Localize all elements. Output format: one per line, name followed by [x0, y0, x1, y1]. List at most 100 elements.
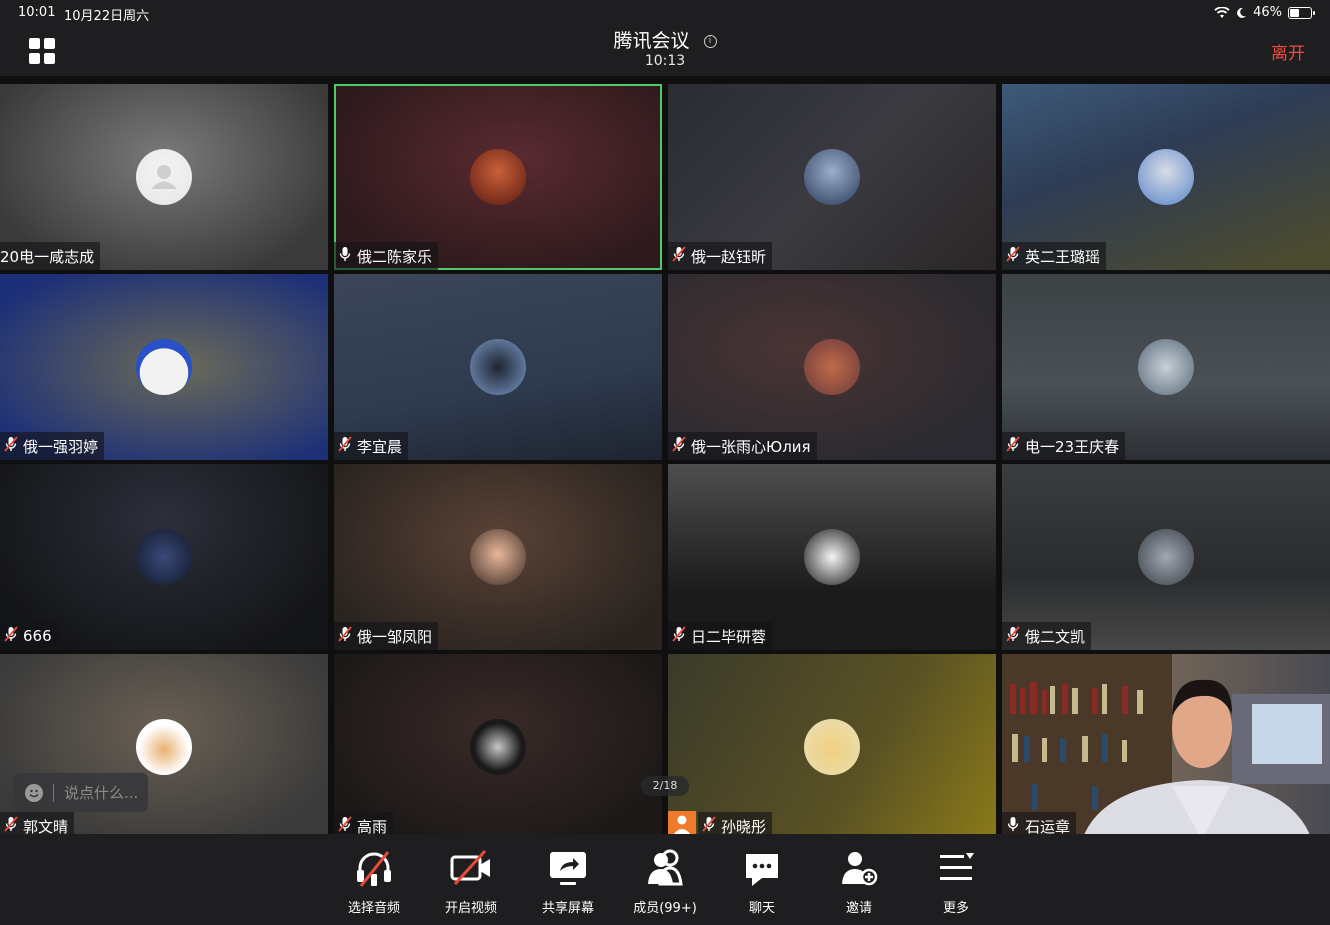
participant-avatar [804, 149, 860, 205]
participant-name-bar: 俄一张雨心Юлия [668, 432, 817, 460]
participant-tile[interactable]: 电一23王庆春 [1002, 274, 1330, 460]
status-date: 10月22日周六 [64, 9, 150, 24]
participant-name-bar: 日二毕研蓉 [668, 622, 773, 650]
mic-muted-icon [338, 816, 357, 836]
wifi-icon [1214, 6, 1230, 18]
video-button[interactable]: 开启视频 [426, 846, 516, 916]
headset-muted-icon [357, 851, 391, 887]
chat-label: 聊天 [748, 901, 775, 916]
participant-tile[interactable]: 石运章 [1002, 654, 1330, 840]
invite-user-icon [842, 852, 878, 886]
participant-tile[interactable]: 俄一赵钰昕 [668, 84, 996, 270]
leave-button[interactable]: 离开 [1271, 39, 1305, 64]
invite-label: 邀请 [845, 901, 872, 916]
self-view-icon [668, 811, 696, 835]
participant-name-bar: 俄一邹凤阳 [334, 622, 439, 650]
participant-name: 日二毕研蓉 [691, 627, 767, 646]
emoji-icon[interactable] [25, 783, 43, 802]
more-button[interactable]: 更多 [911, 846, 1001, 916]
status-indicators: 46% [1214, 5, 1315, 20]
audio-label: 选择音频 [347, 901, 400, 916]
participant-tile[interactable]: 日二毕研蓉 [668, 464, 996, 650]
invite-button[interactable]: 邀请 [814, 846, 904, 916]
participant-avatar [470, 339, 526, 395]
page-indicator: 2/18 [641, 776, 689, 796]
participant-name-bar: 俄二文凯 [1002, 622, 1092, 650]
participant-avatar [470, 149, 526, 205]
participant-avatar [1138, 339, 1194, 395]
video-grid: 20电一咸志成 俄二陈家乐 俄一赵钰昕 英二王璐瑶俄一强羽婷 李宜晨 俄一张雨心Юлия 电… [0, 84, 1330, 840]
video-label: 开启视频 [444, 901, 497, 916]
mic-muted-icon [672, 436, 691, 456]
chat-divider [53, 783, 54, 802]
chat-input[interactable]: 说点什么... [13, 773, 148, 812]
info-icon[interactable]: i [703, 35, 717, 48]
mic-muted-icon [4, 816, 23, 836]
more-label: 更多 [942, 901, 969, 916]
participant-tile[interactable]: 郭文晴 [0, 654, 328, 840]
participant-name-bar: 电一23王庆春 [1002, 432, 1126, 460]
share-screen-icon [550, 852, 586, 885]
mic-icon [1006, 816, 1025, 836]
participant-tile[interactable]: 俄一张雨心Юлия [668, 274, 996, 460]
participant-name-bar: 李宜晨 [334, 432, 409, 460]
participant-tile[interactable]: 20电一咸志成 [0, 84, 328, 270]
participant-tile[interactable]: 俄一强羽婷 [0, 274, 328, 460]
mic-muted-icon [4, 626, 23, 646]
status-bar: 10:01 10月22日周六 46% [0, 0, 1330, 26]
share-screen-label: 共享屏幕 [541, 901, 594, 916]
participant-tile[interactable]: 666 [0, 464, 328, 650]
mic-muted-icon [1006, 246, 1025, 266]
mic-icon [338, 246, 357, 266]
participant-name-bar: 俄一强羽婷 [0, 432, 105, 460]
mic-muted-icon [672, 246, 691, 266]
meeting-title: 腾讯会议 i [0, 26, 1330, 53]
participant-tile[interactable]: 俄二陈家乐 [334, 84, 662, 270]
participant-name: 电一23王庆春 [1025, 437, 1120, 456]
participant-avatar [136, 149, 192, 205]
participant-name: 俄二陈家乐 [357, 247, 433, 266]
mic-muted-icon [702, 816, 721, 836]
chat-button[interactable]: 聊天 [717, 846, 807, 916]
members-label: 成员(99+) [633, 901, 697, 916]
participant-name: 李宜晨 [357, 437, 403, 456]
participant-name-bar: 俄一赵钰昕 [668, 242, 773, 270]
participant-avatar [136, 339, 192, 395]
camera-off-icon [450, 849, 490, 886]
participant-name-bar: 666 [0, 622, 58, 650]
mic-muted-icon [672, 626, 691, 646]
members-icon [648, 849, 683, 886]
participant-tile[interactable]: 高雨 [334, 654, 662, 840]
participant-name-bar: 英二王璐瑶 [1002, 242, 1107, 270]
mic-muted-icon [1006, 436, 1025, 456]
participant-tile[interactable]: 李宜晨 [334, 274, 662, 460]
meeting-duration: 10:13 [644, 53, 686, 69]
participant-name: 俄二文凯 [1025, 627, 1086, 646]
participant-name: 英二王璐瑶 [1025, 247, 1101, 266]
participant-avatar [804, 339, 860, 395]
participant-avatar [1138, 149, 1194, 205]
meeting-title-text: 腾讯会议 [613, 30, 690, 52]
audio-button[interactable]: 选择音频 [329, 846, 419, 916]
mic-muted-icon [338, 436, 357, 456]
default-avatar-icon [151, 165, 177, 189]
participant-name: 俄一强羽婷 [23, 437, 99, 456]
members-button[interactable]: 成员(99+) [620, 846, 710, 916]
participant-avatar [136, 719, 192, 775]
participant-tile[interactable]: 俄二文凯 [1002, 464, 1330, 650]
battery-icon [1288, 6, 1315, 19]
status-time: 10:01 [18, 5, 56, 20]
participant-name: 俄一张雨心Юлия [691, 437, 811, 456]
participant-tile[interactable]: 俄一邹凤阳 [334, 464, 662, 650]
share-screen-button[interactable]: 共享屏幕 [523, 846, 613, 916]
chat-bubble-icon [746, 854, 778, 886]
participant-tile[interactable]: 英二王璐瑶 [1002, 84, 1330, 270]
participant-name-bar: 20电一咸志成 [0, 242, 101, 270]
meeting-header: 腾讯会议 i 10:13 离开 [0, 26, 1330, 76]
participant-tile[interactable]: 孙晓彤 [668, 654, 996, 840]
mic-muted-icon [338, 626, 357, 646]
participant-name: 俄一邹凤阳 [357, 627, 433, 646]
mic-muted-icon [4, 436, 23, 456]
moon-icon [1237, 7, 1247, 18]
participant-name: 666 [23, 627, 52, 645]
